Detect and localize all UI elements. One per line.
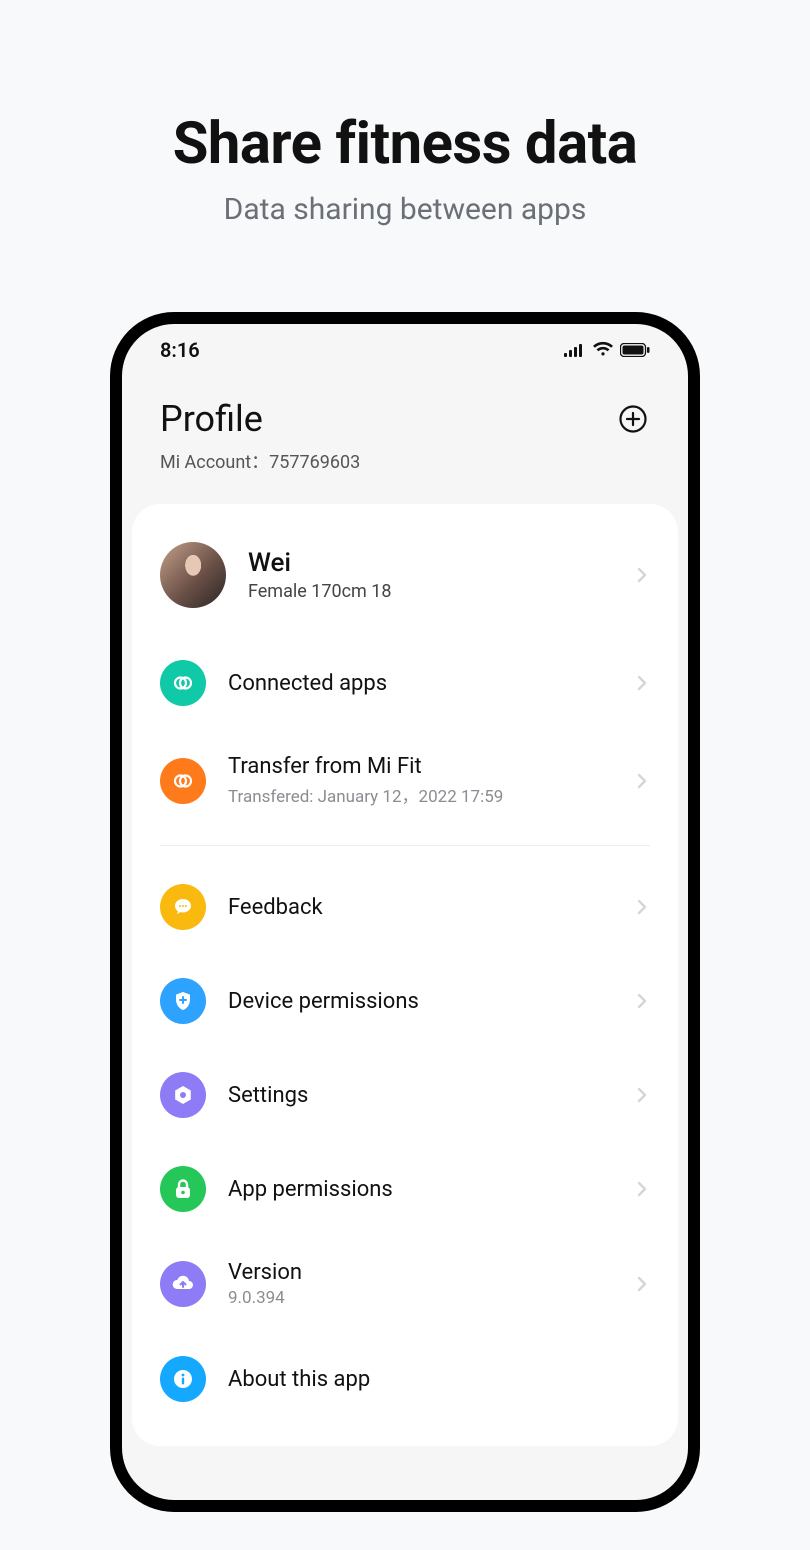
promo-subtitle: Data sharing between apps xyxy=(0,192,810,227)
page-header: Profile Mi Account：757769603 xyxy=(122,370,688,504)
chevron-right-icon xyxy=(634,899,650,915)
status-bar: 8:16 xyxy=(122,324,688,370)
feedback-icon xyxy=(160,884,206,930)
row-title: App permissions xyxy=(228,1177,612,1202)
chevron-right-icon xyxy=(634,675,650,691)
row-title: Connected apps xyxy=(228,671,612,696)
shield-icon xyxy=(160,978,206,1024)
add-button[interactable] xyxy=(616,402,650,436)
chevron-right-icon xyxy=(634,1087,650,1103)
status-time: 8:16 xyxy=(160,338,200,362)
about-row[interactable]: About this app xyxy=(154,1332,656,1426)
feedback-row[interactable]: Feedback xyxy=(154,860,656,954)
lock-icon xyxy=(160,1166,206,1212)
transfer-icon xyxy=(160,758,206,804)
settings-card: Wei Female 170cm 18 Connected apps xyxy=(132,504,678,1446)
profile-detail: Female 170cm 18 xyxy=(248,581,612,602)
connected-apps-row[interactable]: Connected apps xyxy=(154,636,656,730)
device-permissions-row[interactable]: Device permissions xyxy=(154,954,656,1048)
chevron-right-icon xyxy=(634,567,650,583)
wifi-icon xyxy=(592,338,614,362)
profile-name: Wei xyxy=(248,548,612,578)
transfer-row[interactable]: Transfer from Mi Fit Transfered: January… xyxy=(154,730,656,831)
row-title: About this app xyxy=(228,1367,650,1392)
row-sub: Transfered: January 12，2022 17:59 xyxy=(228,782,612,807)
avatar xyxy=(160,542,226,608)
row-title: Feedback xyxy=(228,895,612,920)
row-sub: 9.0.394 xyxy=(228,1288,612,1308)
chevron-right-icon xyxy=(634,1181,650,1197)
status-icons xyxy=(564,338,650,362)
chevron-right-icon xyxy=(634,1276,650,1292)
profile-row[interactable]: Wei Female 170cm 18 xyxy=(154,514,656,636)
account-line: Mi Account：757769603 xyxy=(160,448,650,474)
chevron-right-icon xyxy=(634,993,650,1009)
battery-icon xyxy=(620,338,650,362)
connected-apps-icon xyxy=(160,660,206,706)
gear-icon xyxy=(160,1072,206,1118)
cellular-icon xyxy=(564,338,586,362)
account-id: 757769603 xyxy=(269,452,360,473)
phone-frame: 8:16 xyxy=(110,312,700,1512)
promo-title: Share fitness data xyxy=(0,110,810,178)
plus-circle-icon xyxy=(618,404,648,434)
row-title: Version xyxy=(228,1260,612,1285)
phone-screen: 8:16 xyxy=(122,324,688,1500)
version-row[interactable]: Version 9.0.394 xyxy=(154,1236,656,1332)
row-title: Settings xyxy=(228,1083,612,1108)
account-prefix: Mi Account： xyxy=(160,452,269,473)
info-icon xyxy=(160,1356,206,1402)
app-permissions-row[interactable]: App permissions xyxy=(154,1142,656,1236)
row-title: Device permissions xyxy=(228,989,612,1014)
settings-row[interactable]: Settings xyxy=(154,1048,656,1142)
row-title: Transfer from Mi Fit xyxy=(228,754,612,779)
divider xyxy=(160,845,650,846)
cloud-upload-icon xyxy=(160,1261,206,1307)
chevron-right-icon xyxy=(634,773,650,789)
page-title: Profile xyxy=(160,398,263,440)
